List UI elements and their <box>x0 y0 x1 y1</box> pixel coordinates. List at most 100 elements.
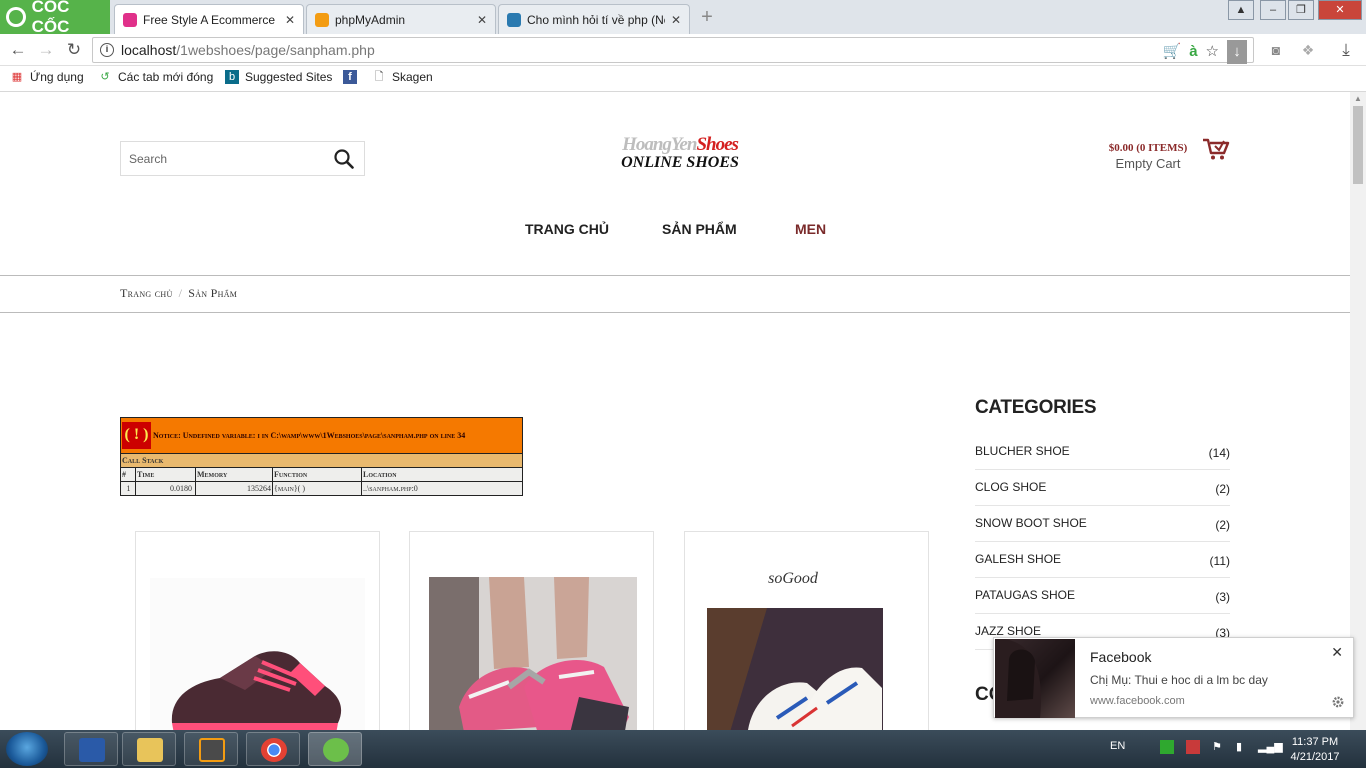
notification-close-icon[interactable]: ✕ <box>1331 644 1343 661</box>
tab-favicon-icon <box>507 12 521 27</box>
bookmark-skagen[interactable]: 🗋 Skagen <box>372 70 433 84</box>
product-card[interactable]: soGood <box>684 531 929 730</box>
bookmark-label: Suggested Sites <box>245 70 333 84</box>
bookmark-recent-tabs[interactable]: ↺ Các tab mới đóng <box>98 70 213 84</box>
breadcrumb: Trang chủ / Sản Phẩm <box>120 286 238 300</box>
col-function: Function <box>273 468 362 481</box>
coccoc-logo[interactable]: CỐC CỐC <box>0 0 110 36</box>
tab-favicon-icon <box>123 12 137 27</box>
site-info-icon[interactable]: i <box>100 43 114 57</box>
translate-icon[interactable]: à <box>1189 40 1197 64</box>
logo-shoes: Shoes <box>696 134 738 155</box>
tray-app-icon[interactable] <box>1160 740 1174 754</box>
downloads-icon[interactable]: ⤓ <box>1336 40 1356 60</box>
product-card[interactable] <box>409 531 654 730</box>
notification-settings-gear-icon[interactable] <box>1331 695 1345 709</box>
page-icon: 🗋 <box>374 71 384 83</box>
cell-time: 0.0180 <box>136 482 196 495</box>
tab-free-style-ecommerce[interactable]: Free Style A Ecommerce C ✕ <box>114 4 304 34</box>
notice-message: Notice: Undefined variable: i in C:\wamp… <box>153 431 466 440</box>
reload-icon[interactable]: ↻ <box>64 40 84 60</box>
search-input[interactable]: Search <box>120 141 365 176</box>
taskbar-clock[interactable]: 11:37 PM 4/21/2017 <box>1285 735 1345 765</box>
webpage: Search HoangYenShoes ONLINE SHOES $0.00 … <box>0 92 1350 730</box>
download-arrow-icon[interactable]: ↓ <box>1227 40 1247 64</box>
scroll-up-icon[interactable]: ▲ <box>1354 94 1362 103</box>
nav-trang-chu[interactable]: TRANG CHỦ <box>525 221 609 237</box>
tab-favicon-icon <box>315 12 329 27</box>
category-clog[interactable]: CLOG SHOE (2) <box>975 470 1230 506</box>
star-icon[interactable]: ☆ <box>1206 40 1219 64</box>
cell-index: 1 <box>121 482 136 495</box>
nav-men[interactable]: MEN <box>795 221 826 237</box>
tab-close-icon[interactable]: ✕ <box>477 13 487 27</box>
tab-close-icon[interactable]: ✕ <box>285 13 295 27</box>
browser-toolbar: ← → ↻ i localhost/1webshoes/page/sanpham… <box>0 34 1366 66</box>
cart-icon[interactable] <box>1202 137 1230 161</box>
address-bar[interactable]: i localhost/1webshoes/page/sanpham.php 🛒… <box>92 37 1254 64</box>
taskbar-word[interactable] <box>64 732 118 766</box>
forward-icon[interactable]: → <box>36 40 56 60</box>
bing-icon: b <box>225 70 239 84</box>
shopping-cart-icon[interactable]: 🛒 <box>1163 40 1182 64</box>
product-image-pink-sneaker[interactable] <box>150 578 365 730</box>
category-blucher[interactable]: BLUCHER SHOE (14) <box>975 434 1230 470</box>
close-window-icon[interactable]: ✕ <box>1318 0 1362 20</box>
maximize-icon[interactable]: ❐ <box>1288 0 1314 20</box>
taskbar-coccoc[interactable] <box>308 732 362 766</box>
scrollbar-thumb[interactable] <box>1353 106 1363 184</box>
extension-icon[interactable]: ❖ <box>1298 40 1318 60</box>
col-time: Time <box>136 468 196 481</box>
bookmark-label: Các tab mới đóng <box>118 70 214 84</box>
clock-date: 4/21/2017 <box>1290 751 1340 763</box>
tray-antivirus-icon[interactable] <box>1186 740 1200 754</box>
product-caption: soGood <box>768 570 818 587</box>
product-image-white-sneaker[interactable] <box>707 608 883 730</box>
bookmark-apps[interactable]: ▦ Ứng dụng <box>10 70 84 84</box>
category-count: (2) <box>1215 482 1230 496</box>
tray-network-icon[interactable]: ▂▄▆ <box>1258 740 1283 753</box>
product-image-pink-sneaker-worn[interactable] <box>429 577 637 730</box>
address-path: /1webshoes/page/sanpham.php <box>176 42 375 58</box>
new-tab-icon[interactable]: + <box>696 6 718 28</box>
product-card[interactable] <box>135 531 380 730</box>
category-count: (2) <box>1215 518 1230 532</box>
category-pataugas[interactable]: PATAUGAS SHOE (3) <box>975 578 1230 614</box>
search-placeholder: Search <box>129 152 168 166</box>
browser-tabbar: CỐC CỐC Free Style A Ecommerce C ✕ phpMy… <box>0 0 1366 36</box>
coccoc-logo-icon <box>6 7 26 27</box>
taskbar-sublime[interactable] <box>184 732 238 766</box>
browser-brand: CỐC CỐC <box>31 0 70 36</box>
apps-grid-icon: ▦ <box>11 71 23 83</box>
tab-title: Free Style A Ecommerce C <box>143 12 279 27</box>
cell-function: {main}( ) <box>273 482 362 495</box>
camera-icon[interactable]: ◙ <box>1266 40 1286 60</box>
tray-power-icon[interactable]: ▮ <box>1236 740 1242 753</box>
page-scrollbar[interactable]: ▲ <box>1350 92 1366 730</box>
breadcrumb-home[interactable]: Trang chủ <box>120 286 173 300</box>
bookmark-suggested-sites[interactable]: b Suggested Sites <box>225 70 332 84</box>
cell-location: ..\sanpham.php:0 <box>363 484 418 493</box>
nav-san-pham[interactable]: SẢN PHẨM <box>662 221 737 237</box>
search-icon[interactable] <box>334 149 354 169</box>
start-button-icon[interactable] <box>6 732 48 766</box>
category-snow-boot[interactable]: SNOW BOOT SHOE (2) <box>975 506 1230 542</box>
tab-close-icon[interactable]: ✕ <box>671 13 681 27</box>
category-galesh[interactable]: GALESH SHOE (11) <box>975 542 1230 578</box>
tab-phpmyadmin[interactable]: phpMyAdmin ✕ <box>306 4 496 34</box>
taskbar-chrome[interactable] <box>246 732 300 766</box>
facebook-notification[interactable]: Facebook Chị Mụ: Thui e hoc di a lm bc d… <box>993 637 1354 718</box>
minimize-icon[interactable]: – <box>1260 0 1286 20</box>
bookmark-facebook[interactable]: f <box>343 70 363 84</box>
site-logo[interactable]: HoangYenShoes ONLINE SHOES <box>600 134 760 172</box>
coccoc-icon <box>323 738 349 762</box>
menu-icon[interactable]: ▲ <box>1228 0 1254 20</box>
category-name: CLOG SHOE <box>975 480 1047 494</box>
back-icon[interactable]: ← <box>8 40 28 60</box>
tray-flag-icon[interactable]: ⚑ <box>1212 740 1222 753</box>
tab-cho-minh-hoi[interactable]: Cho mình hỏi tí về php (Nc ✕ <box>498 4 690 34</box>
col-location: Location <box>363 470 397 479</box>
language-indicator[interactable]: EN <box>1110 740 1125 752</box>
cart-summary[interactable]: $0.00 (0 ITEMS) Empty Cart <box>1100 142 1196 171</box>
taskbar-explorer[interactable] <box>122 732 176 766</box>
